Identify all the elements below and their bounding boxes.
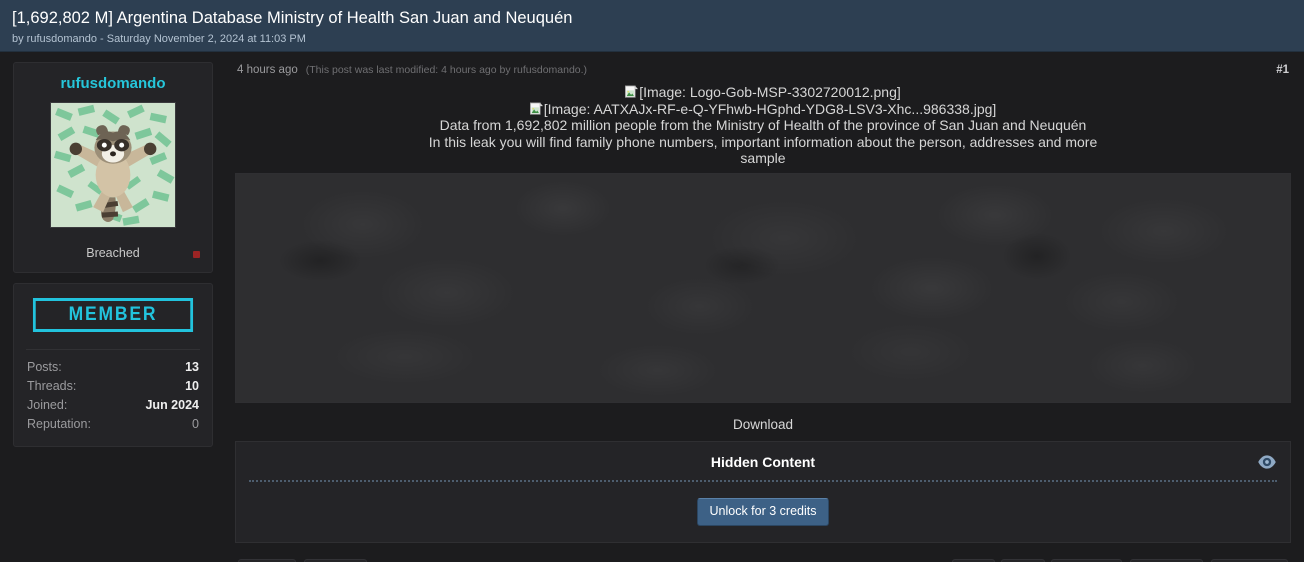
download-label: Download: [732, 416, 794, 432]
stat-posts: Posts: 13: [26, 358, 200, 377]
upvote-button[interactable]: 0: [951, 558, 996, 562]
broken-image-icon: [625, 85, 639, 99]
post-line-text: [Image: Logo-Gob-MSP-3302720012.png]: [639, 84, 901, 100]
stats-divider: [26, 349, 200, 350]
hidden-content-header: Hidden Content: [249, 453, 1277, 471]
stat-posts-label: Posts:: [27, 360, 62, 374]
post-line-image-2: [Image: AATXAJx-RF-e-Q-YFhwb-HGphd-YDG8-…: [235, 101, 1291, 118]
post-line-5: sample: [740, 150, 786, 166]
report-button[interactable]: Report: [1211, 558, 1288, 562]
user-title: Breached: [24, 242, 202, 262]
stat-reputation: Reputation: 0: [26, 415, 200, 434]
unlock-button[interactable]: Unlock for 3 credits: [696, 497, 830, 526]
stat-joined-label: Joined:: [27, 398, 68, 412]
post-meta: 4 hours ago (This post was last modified…: [235, 62, 1291, 84]
post-date: 4 hours ago: [237, 64, 298, 76]
user-stats-card: MEMBER Posts: 13 Threads: 10 Joined: Jun…: [13, 283, 213, 447]
post-body: [Image: Logo-Gob-MSP-3302720012.png] [Im…: [235, 84, 1291, 407]
broken-image-icon: [529, 102, 543, 116]
post-content-column: 4 hours ago (This post was last modified…: [225, 52, 1304, 562]
post-modified-note: (This post was last modified: 4 hours ag…: [305, 64, 588, 76]
post-line-image-1: [Image: Logo-Gob-MSP-3302720012.png]: [235, 84, 1291, 101]
hidden-content-box: Hidden Content Unlock for 3 credits: [235, 440, 1291, 543]
hidden-content-divider: [249, 479, 1277, 482]
rank-badge: MEMBER: [32, 298, 194, 332]
eye-icon[interactable]: [1257, 453, 1277, 471]
reply-button[interactable]: Reply: [1051, 558, 1123, 562]
post-line-text: [Image: AATXAJx-RF-e-Q-YFhwb-HGphd-YDG8-…: [543, 100, 997, 117]
post-line-3: Data from 1,692,802 million people from …: [439, 117, 1087, 133]
post-user-column: rufusdomando Breached MEMBER Posts: 13 T…: [0, 52, 225, 447]
pm-button[interactable]: PM: [238, 558, 296, 562]
thread-byline: by rufusdomando - Saturday November 2, 2…: [12, 33, 306, 45]
stat-threads-value: 10: [185, 379, 199, 393]
blurred-sample-image[interactable]: [235, 172, 1291, 403]
hidden-content-title: Hidden Content: [710, 453, 816, 470]
stat-reputation-value[interactable]: 0: [192, 415, 199, 434]
find-button[interactable]: Find: [303, 558, 368, 562]
download-link[interactable]: Download: [235, 407, 1291, 441]
thread-header: [1,692,802 M] Argentina Database Ministr…: [0, 0, 1304, 52]
post-number[interactable]: #1: [1276, 64, 1289, 76]
stat-threads-label: Threads:: [27, 379, 77, 393]
user-profile-card: rufusdomando Breached: [13, 62, 213, 273]
post-line-4: In this leak you will find family phone …: [428, 133, 1098, 150]
thread-title: [1,692,802 M] Argentina Database Ministr…: [12, 9, 573, 27]
post-container: rufusdomando Breached MEMBER Posts: 13 T…: [0, 52, 1304, 562]
stat-reputation-label: Reputation:: [27, 417, 91, 431]
stat-joined-value: Jun 2024: [145, 398, 199, 412]
quote-button[interactable]: Quote: [1130, 558, 1204, 562]
user-title-label: Breached: [86, 246, 140, 260]
username-link[interactable]: rufusdomando: [24, 75, 202, 92]
unlock-area: Unlock for 3 credits: [249, 497, 1277, 526]
stat-threads: Threads: 10: [26, 377, 200, 396]
post-footer-toolbar: PM Find 0: [235, 549, 1291, 562]
status-offline-indicator: [193, 251, 200, 258]
stat-joined: Joined: Jun 2024: [26, 396, 200, 415]
avatar[interactable]: [50, 102, 176, 228]
downvote-button[interactable]: 0: [1001, 558, 1046, 562]
stat-posts-value: 13: [185, 360, 199, 374]
